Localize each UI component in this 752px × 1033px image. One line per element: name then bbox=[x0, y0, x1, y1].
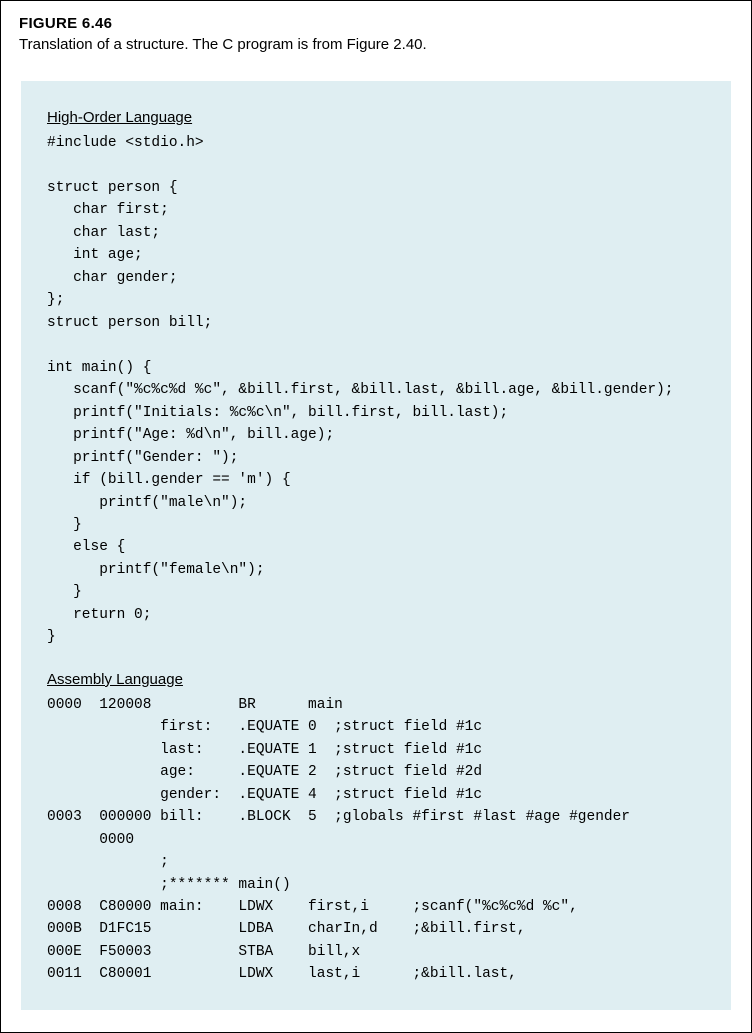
high-order-language-block: High-Order Language #include <stdio.h> s… bbox=[47, 109, 705, 649]
asm-code: 0000 120008 BR main first: .EQUATE 0 ;st… bbox=[47, 694, 705, 986]
figure-page: FIGURE 6.46 Translation of a structure. … bbox=[0, 0, 752, 1033]
figure-body: High-Order Language #include <stdio.h> s… bbox=[21, 81, 731, 1010]
assembly-language-block: Assembly Language 0000 120008 BR main fi… bbox=[47, 671, 705, 986]
figure-caption: Translation of a structure. The C progra… bbox=[19, 36, 733, 53]
hol-code: #include <stdio.h> struct person { char … bbox=[47, 132, 705, 649]
figure-number: FIGURE 6.46 bbox=[19, 15, 733, 32]
asm-title: Assembly Language bbox=[47, 671, 705, 688]
figure-header: FIGURE 6.46 Translation of a structure. … bbox=[1, 1, 751, 63]
hol-title: High-Order Language bbox=[47, 109, 705, 126]
